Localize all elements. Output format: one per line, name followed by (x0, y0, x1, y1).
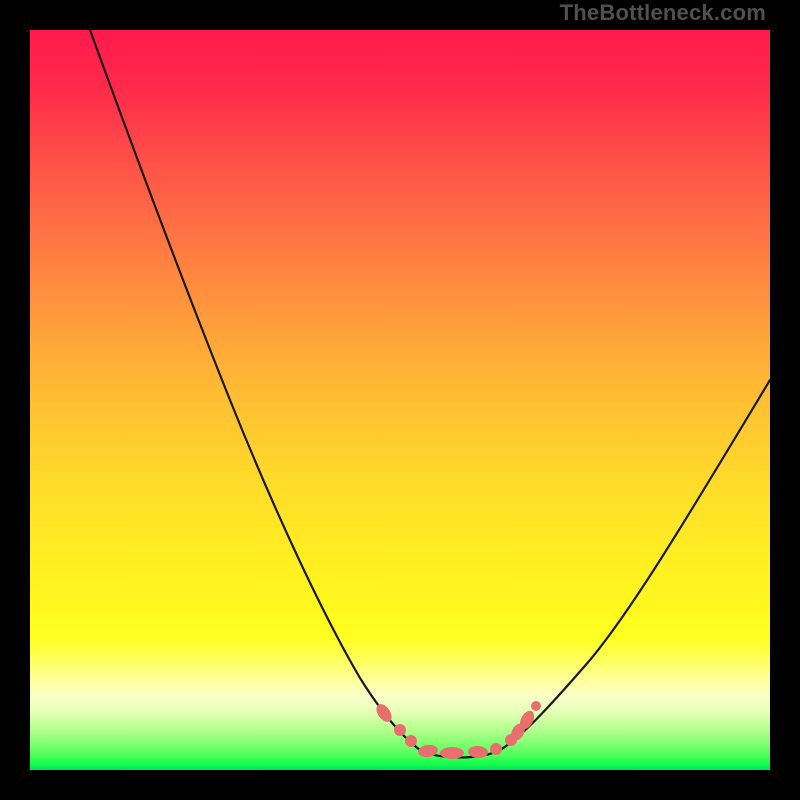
bottleneck-curve (90, 30, 770, 758)
watermark-text: TheBottleneck.com (560, 0, 766, 26)
outer-frame: TheBottleneck.com (0, 0, 800, 800)
valley-markers (373, 701, 541, 759)
curve-overlay (30, 30, 770, 770)
marker-dot (440, 747, 464, 759)
marker-dot (490, 743, 502, 755)
marker-dot (405, 735, 417, 747)
marker-dot (394, 724, 406, 736)
marker-dot (531, 701, 541, 711)
